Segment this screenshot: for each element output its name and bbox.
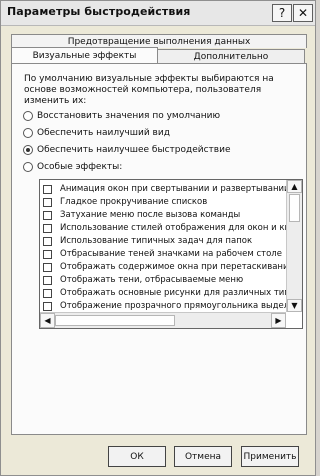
list-item[interactable]: Отображать основные рисунки для различны… (43, 287, 286, 299)
radio-button[interactable] (23, 162, 33, 172)
list-item[interactable]: Затухание меню после вызова команды (43, 209, 286, 221)
list-item-label: Анимация окон при свертывании и разверты… (60, 184, 286, 194)
horizontal-scrollbar[interactable]: ◀ ▶ (40, 312, 286, 328)
checkbox[interactable] (43, 236, 52, 246)
list-item[interactable]: Отбрасывание теней значками на рабочем с… (43, 248, 286, 260)
tab-data-execution-prevention-label: Предотвращение выполнения данных (67, 36, 251, 47)
tab-row-bottom: Визуальные эффекты Дополнительно (11, 47, 305, 64)
radio-label: Восстановить значения по умолчанию (37, 111, 221, 121)
radio-restore-defaults[interactable]: Восстановить значения по умолчанию (23, 110, 220, 122)
radio-label: Особые эффекты: (37, 162, 123, 172)
effects-list[interactable]: Анимация окон при свертывании и разверты… (39, 179, 303, 329)
vertical-scroll-thumb[interactable] (289, 194, 300, 222)
list-item[interactable]: Гладкое прокручивание списков (43, 196, 286, 208)
checkbox[interactable] (43, 301, 52, 311)
radio-button[interactable] (23, 128, 33, 138)
window-title: Параметры быстродействия (7, 5, 191, 18)
list-item-label: Использование стилей отображения для око… (60, 223, 286, 233)
cancel-button[interactable]: Отмена (174, 446, 232, 467)
checkbox[interactable] (43, 288, 52, 298)
help-button[interactable]: ? (272, 4, 292, 22)
tab-data-execution-prevention[interactable]: Предотвращение выполнения данных (11, 34, 307, 48)
ok-button[interactable]: ОК (108, 446, 166, 467)
help-icon: ? (278, 6, 286, 20)
apply-button-label: Применить (243, 451, 297, 462)
tab-visual-effects[interactable]: Визуальные эффекты (11, 47, 158, 64)
list-item[interactable]: Использование типичных задач для папок (43, 235, 286, 247)
scroll-down-button[interactable]: ▼ (287, 299, 302, 312)
radio-button[interactable] (23, 111, 33, 121)
effects-list-items: Анимация окон при свертывании и разверты… (40, 180, 286, 312)
close-button[interactable]: ✕ (293, 4, 313, 22)
list-item-label: Отображение прозрачного прямоугольника в… (60, 301, 286, 311)
tab-visual-effects-label: Визуальные эффекты (32, 51, 137, 61)
radio-label: Обеспечить наилучшее быстродействие (37, 145, 231, 155)
checkbox[interactable] (43, 249, 52, 259)
list-item-label: Отбрасывание теней значками на рабочем с… (60, 249, 282, 259)
horizontal-scroll-thumb[interactable] (55, 315, 175, 326)
checkbox[interactable] (43, 197, 52, 207)
list-item[interactable]: Отображать тени, отбрасываемые меню (43, 274, 286, 286)
checkbox[interactable] (43, 223, 52, 233)
list-item-label: Использование типичных задач для папок (60, 236, 253, 246)
scroll-right-button[interactable]: ▶ (271, 313, 286, 328)
checkbox[interactable] (43, 275, 52, 285)
cancel-button-label: Отмена (184, 451, 222, 462)
title-bar: Параметры быстродействия ? ✕ (1, 1, 315, 26)
tab-row-top: Предотвращение выполнения данных (11, 34, 307, 48)
apply-button[interactable]: Применить (241, 446, 299, 467)
arrow-right-icon: ▶ (275, 316, 282, 325)
list-item-label: Гладкое прокручивание списков (60, 197, 208, 207)
checkbox[interactable] (43, 210, 52, 220)
tab-advanced[interactable]: Дополнительно (157, 49, 305, 64)
scroll-left-button[interactable]: ◀ (40, 313, 55, 328)
list-item[interactable]: Отображать содержимое окна при перетаски… (43, 261, 286, 273)
ok-button-label: ОК (130, 451, 144, 462)
checkbox[interactable] (43, 184, 52, 194)
vertical-scrollbar[interactable]: ▲ ▼ (286, 180, 302, 312)
radio-best-appearance[interactable]: Обеспечить наилучший вид (23, 127, 170, 139)
list-item[interactable]: Использование стилей отображения для око… (43, 222, 286, 234)
performance-options-window: Параметры быстродействия ? ✕ Предотвраще… (0, 0, 316, 476)
radio-custom[interactable]: Особые эффекты: (23, 161, 122, 173)
radio-label: Обеспечить наилучший вид (37, 128, 170, 138)
checkbox[interactable] (43, 262, 52, 272)
visual-effects-panel: По умолчанию визуальные эффекты выбирают… (11, 63, 307, 435)
close-icon: ✕ (297, 6, 309, 20)
list-item[interactable]: Анимация окон при свертывании и разверты… (43, 183, 286, 195)
radio-button-selected[interactable] (23, 145, 33, 155)
tab-advanced-label: Дополнительно (193, 52, 269, 62)
list-item-label: Затухание меню после вызова команды (60, 210, 241, 220)
arrow-left-icon: ◀ (44, 316, 51, 325)
arrow-down-icon: ▼ (291, 300, 298, 310)
list-item[interactable]: Отображение прозрачного прямоугольника в… (43, 300, 286, 312)
description-text: По умолчанию визуальные эффекты выбирают… (24, 74, 274, 106)
arrow-up-icon: ▲ (291, 181, 298, 191)
list-item-label: Отображать основные рисунки для различны… (60, 288, 286, 298)
scroll-up-button[interactable]: ▲ (287, 180, 302, 193)
radio-best-performance[interactable]: Обеспечить наилучшее быстродействие (23, 144, 231, 156)
list-item-label: Отображать содержимое окна при перетаски… (60, 262, 286, 272)
list-item-label: Отображать тени, отбрасываемые меню (60, 275, 244, 285)
